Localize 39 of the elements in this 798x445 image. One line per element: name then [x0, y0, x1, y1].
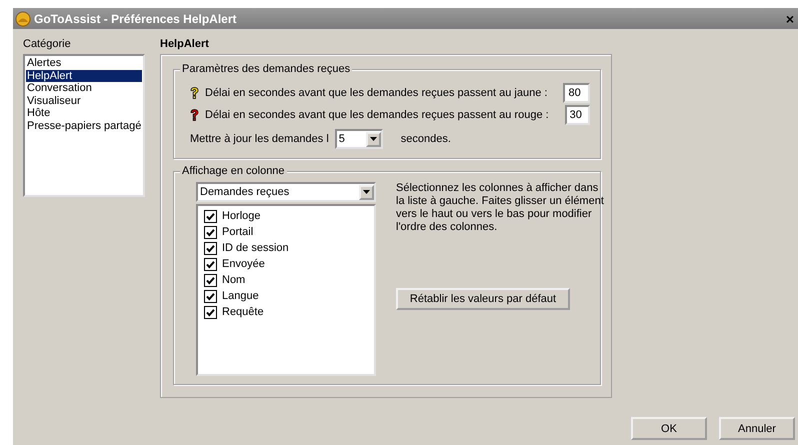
dialog-button[interactable]: OK	[631, 417, 707, 440]
checkbox[interactable]	[204, 210, 217, 223]
category-item[interactable]: Visualiseur	[26, 94, 142, 107]
category-item[interactable]: Hôte	[26, 107, 142, 120]
delay-label: Délai en secondes avant que les demandes reçues passent au jaune :	[205, 87, 548, 99]
column-item: ID de session	[222, 242, 289, 255]
column-item: Portail	[222, 226, 254, 239]
window-title: GoToAssist - Préférences HelpAlert	[34, 12, 238, 26]
group-title: Paramètres des demandes reçues	[180, 63, 352, 76]
dialog-button[interactable]: Annuler	[719, 417, 795, 440]
column-item: Horloge	[222, 210, 261, 223]
delay-label: Délai en secondes avant que les demandes reçues passent au rouge :	[205, 109, 549, 121]
category-label: Catégorie	[23, 38, 72, 51]
close-button[interactable]: ×	[784, 10, 796, 26]
checkbox[interactable]	[204, 242, 217, 255]
category-item[interactable]: HelpAlert	[26, 70, 142, 82]
checkbox[interactable]	[204, 306, 217, 319]
column-item: Requête	[222, 306, 264, 319]
checkbox[interactable]	[204, 258, 217, 271]
unit-label: secondes.	[400, 133, 451, 145]
help-text: Sélectionnez les colonnes à afficher dans la liste à gauche. Faites glisser un élément vers le haut ou vers le bas pour modifier l'ordre des colonnes.	[396, 182, 605, 234]
column-item: Nom	[222, 274, 246, 287]
checkbox[interactable]	[204, 274, 217, 287]
delay-input-field[interactable]: 80	[563, 83, 590, 103]
column-item: Langue	[222, 290, 259, 303]
category-item[interactable]: Alertes	[26, 57, 142, 70]
checkbox[interactable]	[204, 290, 217, 303]
refresh-label: Mettre à jour les demandes l	[190, 133, 329, 145]
category-item[interactable]: Conversation	[26, 82, 142, 94]
delay-input-field[interactable]: 30	[564, 105, 590, 125]
panel-title: HelpAlert	[160, 38, 210, 51]
refresh-dropdown[interactable]: 5	[334, 129, 383, 149]
column-item: Envoyée	[222, 258, 265, 271]
app-logo-icon	[15, 10, 31, 26]
group-title: Affichage en colonne	[180, 165, 287, 178]
checkbox[interactable]	[204, 226, 217, 239]
view-dropdown[interactable]: Demandes reçues	[196, 182, 376, 202]
reset-button[interactable]: Rétablir les valeurs par défaut	[396, 288, 570, 310]
category-item[interactable]: Presse-papiers partagé	[26, 120, 142, 132]
